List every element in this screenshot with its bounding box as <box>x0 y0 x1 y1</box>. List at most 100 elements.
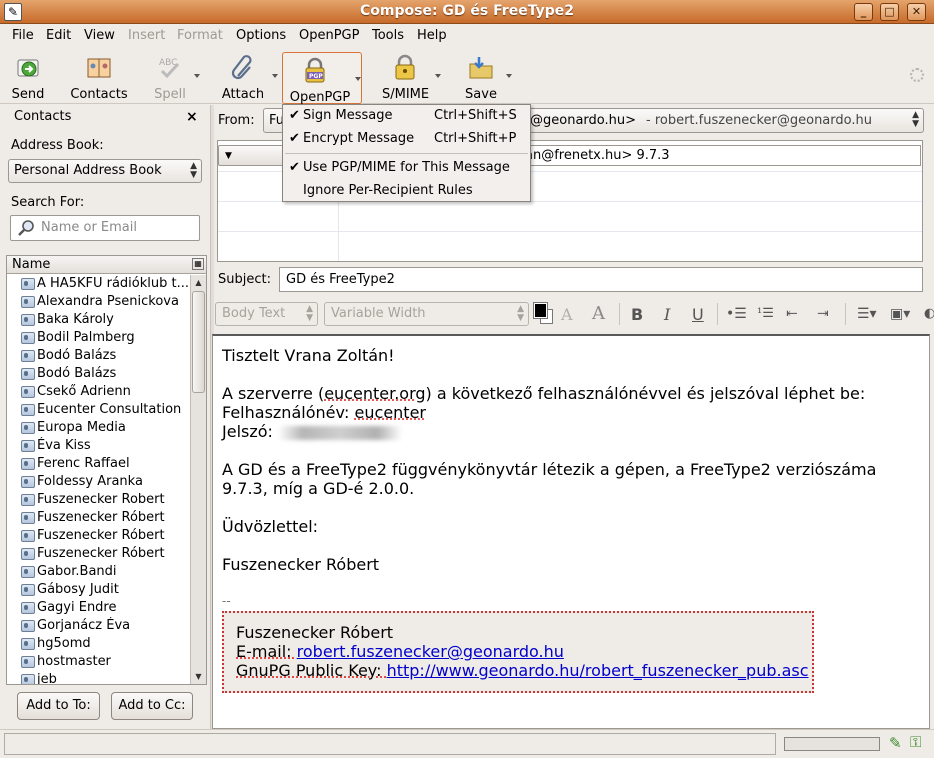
scroll-up-icon[interactable]: ▲ <box>192 276 205 290</box>
signature-email-link[interactable]: robert.fuszenecker@geonardo.hu <box>297 642 564 661</box>
contact-card-icon <box>21 332 35 344</box>
save-folder-icon <box>467 54 495 82</box>
contact-row[interactable]: Ferenc Raffael <box>7 455 190 473</box>
bold-icon[interactable]: B <box>631 305 643 324</box>
contact-row[interactable]: Fuszenecker Róbert <box>7 509 190 527</box>
search-label: Search For: <box>11 195 85 210</box>
smiley-icon[interactable]: ◐ <box>924 306 934 321</box>
save-button[interactable]: Save <box>462 50 500 102</box>
outdent-icon[interactable]: ⇤ <box>786 306 798 322</box>
menu-item-use-pgp-mime[interactable]: ✔ Use PGP/MIME for This Message <box>283 157 530 179</box>
contact-row[interactable]: jeb <box>7 671 190 684</box>
key-icon[interactable]: ⚿ <box>910 733 921 751</box>
scroll-down-icon[interactable]: ▼ <box>192 670 205 684</box>
window-titlebar[interactable]: ✎ Compose: GD és FreeType2 _ □ ✕ <box>0 0 934 24</box>
contact-row[interactable]: Éva Kiss <box>7 437 190 455</box>
underline-icon[interactable]: U <box>692 305 704 324</box>
contacts-scrollbar[interactable]: ▲ ▼ <box>190 275 206 684</box>
numbered-list-icon[interactable]: ¹☰ <box>757 306 774 321</box>
contact-card-icon <box>21 566 35 578</box>
contact-row[interactable]: Bodil Palmberg <box>7 329 190 347</box>
menu-format[interactable]: Format <box>177 28 223 43</box>
openpgp-dropdown-icon[interactable] <box>355 77 361 81</box>
contact-row[interactable]: Fuszenecker Róbert <box>7 545 190 563</box>
column-picker-icon[interactable]: ▦ <box>192 258 204 270</box>
bullet-list-icon[interactable]: •☰ <box>726 306 747 322</box>
contact-row[interactable]: Eucenter Consultation <box>7 401 190 419</box>
menu-item-encrypt-message[interactable]: ✔ Encrypt Message Ctrl+Shift+P <box>283 128 530 150</box>
contact-search-input[interactable]: Name or Email <box>10 215 200 241</box>
svg-text:PGP: PGP <box>309 73 323 80</box>
close-button[interactable]: ✕ <box>907 3 926 21</box>
contacts-list[interactable]: Name ▦ A HA5KFU rádióklub t... Alexandra … <box>6 255 207 685</box>
contact-name: Gagyi Endre <box>37 600 117 615</box>
contact-row[interactable]: Fuszenecker Robert <box>7 491 190 509</box>
signature-key-link[interactable]: http://www.geonardo.hu/robert_fuszenecke… <box>387 661 809 680</box>
contact-card-icon <box>21 314 35 326</box>
color-picker[interactable] <box>533 302 554 325</box>
menu-view[interactable]: View <box>84 28 115 43</box>
contact-row[interactable]: Csekő Adrienn <box>7 383 190 401</box>
contact-row[interactable]: Europa Media <box>7 419 190 437</box>
scrollbar-thumb[interactable] <box>192 291 205 393</box>
menu-edit[interactable]: Edit <box>46 28 71 43</box>
spell-button[interactable]: ABC Spell <box>150 50 190 102</box>
minimize-button[interactable]: _ <box>854 3 873 21</box>
smaller-text-icon[interactable]: A <box>561 305 573 324</box>
signature-email-line: E-mail: robert.fuszenecker@geonardo.hu <box>236 642 564 661</box>
menu-file[interactable]: File <box>12 28 34 43</box>
contact-row[interactable]: Fuszenecker Róbert <box>7 527 190 545</box>
menu-item-ignore-per-recipient-rules[interactable]: Ignore Per-Recipient Rules <box>283 180 530 202</box>
message-body-editor[interactable]: Tisztelt Vrana Zoltán! A szerverre (euce… <box>212 334 930 729</box>
alignment-icon[interactable]: ☰▾ <box>857 306 877 322</box>
menu-tools[interactable]: Tools <box>372 28 404 43</box>
add-to-cc-button[interactable]: Add to Cc: <box>111 692 193 720</box>
contacts-button[interactable]: Contacts <box>68 50 130 102</box>
save-dropdown-icon[interactable] <box>506 74 512 78</box>
name-column-header[interactable]: Name ▦ <box>7 256 206 274</box>
italic-icon[interactable]: I <box>664 305 670 324</box>
contact-row[interactable]: hg5omd <box>7 635 190 653</box>
paragraph-style-select[interactable]: Body Text ▲ ▼ <box>215 302 318 326</box>
attach-dropdown-icon[interactable] <box>272 74 278 78</box>
menu-insert[interactable]: Insert <box>128 28 165 43</box>
indent-icon[interactable]: ⇥ <box>817 306 829 322</box>
body-paragraph-line: A GD és a FreeType2 függvénykönyvtár lét… <box>222 460 877 479</box>
contact-row[interactable]: Gabor.Bandi <box>7 563 190 581</box>
add-to-button[interactable]: Add to To: <box>17 692 100 720</box>
smime-button[interactable]: S/MIME <box>382 50 429 102</box>
address-book-icon <box>85 54 113 82</box>
from-value: @geonardo.hu> <box>530 113 637 128</box>
spell-dropdown-icon[interactable] <box>194 74 200 78</box>
contact-row[interactable]: Gábosy Judit <box>7 581 190 599</box>
contact-row[interactable]: Bodó Balázs <box>7 365 190 383</box>
font-select[interactable]: Variable Width ▲ ▼ <box>324 302 529 326</box>
contact-row[interactable]: Foldessy Aranka <box>7 473 190 491</box>
insert-object-icon[interactable]: ▣▾ <box>890 306 910 322</box>
contact-row[interactable]: A HA5KFU rádióklub t... <box>7 275 190 293</box>
attach-button[interactable]: Attach <box>220 50 266 102</box>
menu-item-sign-message[interactable]: ✔ Sign Message Ctrl+Shift+S <box>283 105 530 127</box>
menu-openpgp[interactable]: OpenPGP <box>299 28 359 43</box>
subject-input[interactable]: GD és FreeType2 <box>279 267 923 292</box>
menu-help[interactable]: Help <box>417 28 447 43</box>
send-button[interactable]: Send <box>6 50 50 102</box>
larger-text-icon[interactable]: A <box>592 303 605 324</box>
save-label: Save <box>465 87 497 102</box>
smime-dropdown-icon[interactable] <box>435 74 441 78</box>
contact-name: Gorjanácz Éva <box>37 618 131 633</box>
contact-row[interactable]: Gagyi Endre <box>7 599 190 617</box>
contact-card-icon <box>21 530 35 542</box>
contact-row[interactable]: Alexandra Psenickova <box>7 293 190 311</box>
openpgp-button[interactable]: PGP OpenPGP <box>282 52 362 105</box>
maximize-button[interactable]: □ <box>880 3 899 21</box>
sidebar-close-icon[interactable]: × <box>186 109 198 125</box>
contact-name: Fuszenecker Róbert <box>37 546 165 561</box>
address-book-select[interactable]: Personal Address Book ▲ ▼ <box>8 159 202 183</box>
contact-row[interactable]: Baka Károly <box>7 311 190 329</box>
contact-row[interactable]: hostmaster <box>7 653 190 671</box>
menu-options[interactable]: Options <box>236 28 286 43</box>
contact-row[interactable]: Bodó Balázs <box>7 347 190 365</box>
contact-row[interactable]: Gorjanácz Éva <box>7 617 190 635</box>
contact-card-icon <box>21 548 35 560</box>
